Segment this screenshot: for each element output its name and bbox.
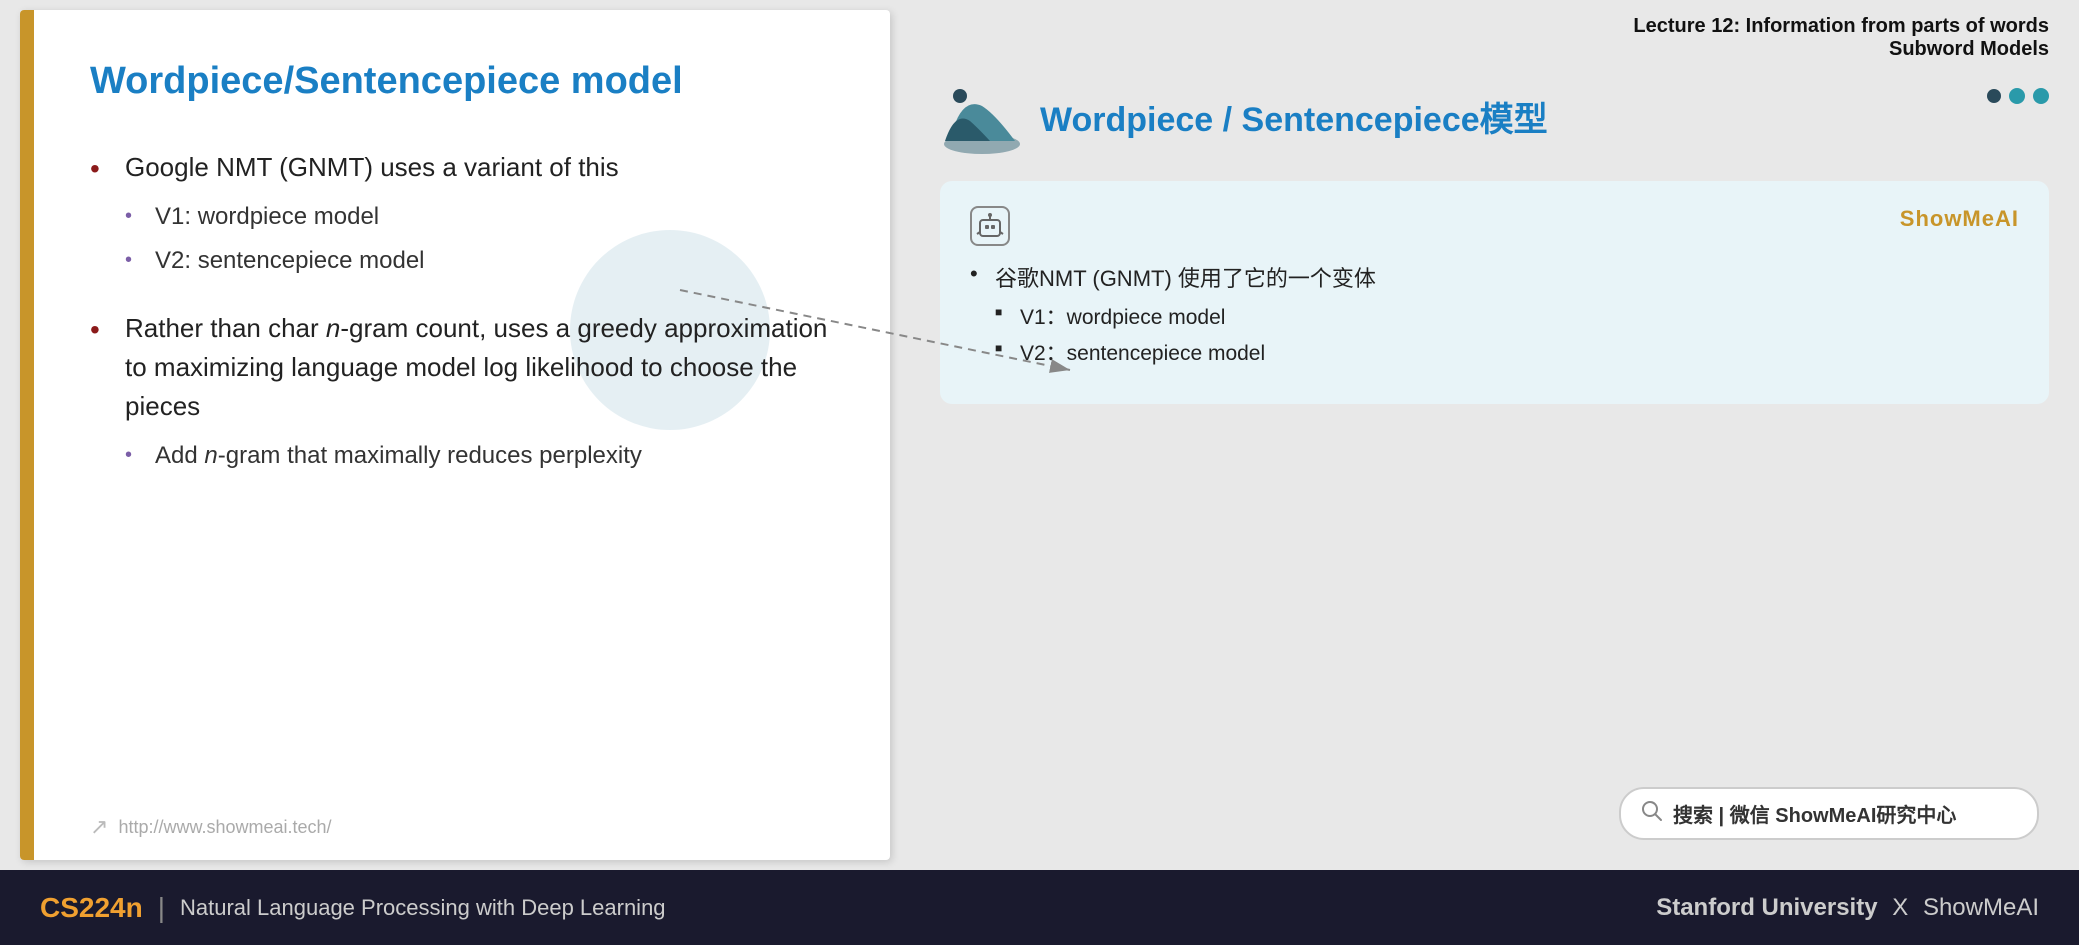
slide-title: Wordpiece/Sentencepiece model bbox=[90, 60, 840, 103]
stanford-text: Stanford University bbox=[1656, 894, 1877, 921]
showmeai-card: ShowMeAI 谷歌NMT (GNMT) 使用了它的一个变体 V1：wordp… bbox=[940, 181, 2049, 404]
card-sub-2: V2：sentencepiece model bbox=[995, 337, 2019, 367]
left-slide: Wordpiece/Sentencepiece model Google NMT… bbox=[20, 10, 890, 860]
lecture-line1: Lecture 12: Information from parts of wo… bbox=[940, 15, 2049, 38]
search-icon bbox=[1641, 800, 1663, 828]
bullet-text-2: Rather than char n-gram count, uses a gr… bbox=[125, 313, 827, 421]
card-brand: ShowMeAI bbox=[1900, 206, 2019, 232]
bottom-right: Stanford University X ShowMeAI bbox=[1656, 894, 2039, 922]
bullet-item-2: Rather than char n-gram count, uses a gr… bbox=[90, 309, 840, 474]
sub-bullet-list-2: Add n-gram that maximally reduces perple… bbox=[125, 438, 840, 474]
cursor-icon: ↗ bbox=[90, 814, 108, 840]
card-main-text: 谷歌NMT (GNMT) 使用了它的一个变体 bbox=[995, 266, 1376, 291]
slide-footer: ↗ http://www.showmeai.tech/ bbox=[20, 799, 890, 860]
bottom-left: CS224n | Natural Language Processing wit… bbox=[40, 892, 666, 924]
lecture-header: Lecture 12: Information from parts of wo… bbox=[940, 15, 2049, 61]
bullet-item-1: Google NMT (GNMT) uses a variant of this… bbox=[90, 148, 840, 279]
bullet-text-1: Google NMT (GNMT) uses a variant of this bbox=[125, 152, 619, 182]
card-content: 谷歌NMT (GNMT) 使用了它的一个变体 V1：wordpiece mode… bbox=[970, 261, 2019, 367]
dot-1 bbox=[1987, 89, 2001, 103]
right-title: Wordpiece / Sentencepiece模型 bbox=[1040, 92, 1548, 141]
card-header: ShowMeAI bbox=[970, 206, 2019, 246]
x-separator: X bbox=[1892, 894, 1908, 921]
dots-decoration bbox=[1987, 88, 2049, 104]
card-sub-list: V1：wordpiece model V2：sentencepiece mode… bbox=[995, 301, 2019, 367]
showmeai-brand-text: ShowMeAI bbox=[1923, 894, 2039, 921]
dot-3 bbox=[2033, 88, 2049, 104]
divider: | bbox=[158, 892, 165, 924]
course-code: CS224n bbox=[40, 892, 143, 924]
sub-bullet-1-1: V1: wordpiece model bbox=[125, 199, 840, 235]
footer-url: http://www.showmeai.tech/ bbox=[118, 817, 331, 838]
slide-border-decoration bbox=[20, 10, 34, 860]
sub-bullet-2-1: Add n-gram that maximally reduces perple… bbox=[125, 438, 840, 474]
right-panel: Lecture 12: Information from parts of wo… bbox=[910, 0, 2079, 870]
card-robot-icon bbox=[970, 206, 1010, 246]
lecture-line2: Subword Models bbox=[940, 38, 2049, 61]
sub-bullet-list-1: V1: wordpiece model V2: sentencepiece mo… bbox=[125, 199, 840, 279]
card-main-bullet: 谷歌NMT (GNMT) 使用了它的一个变体 V1：wordpiece mode… bbox=[970, 261, 2019, 367]
search-text: 搜索 | 微信 ShowMeAI研究中心 bbox=[1673, 799, 1956, 828]
sub-bullet-1-2: V2: sentencepiece model bbox=[125, 243, 840, 279]
main-bullet-list: Google NMT (GNMT) uses a variant of this… bbox=[90, 148, 840, 474]
card-sub-1: V1：wordpiece model bbox=[995, 301, 2019, 331]
mountain-wave-icon bbox=[940, 76, 1025, 156]
search-box[interactable]: 搜索 | 微信 ShowMeAI研究中心 bbox=[1619, 787, 2039, 840]
course-title: Natural Language Processing with Deep Le… bbox=[180, 895, 666, 921]
dot-2 bbox=[2009, 88, 2025, 104]
bottom-bar: CS224n | Natural Language Processing wit… bbox=[0, 870, 2079, 945]
